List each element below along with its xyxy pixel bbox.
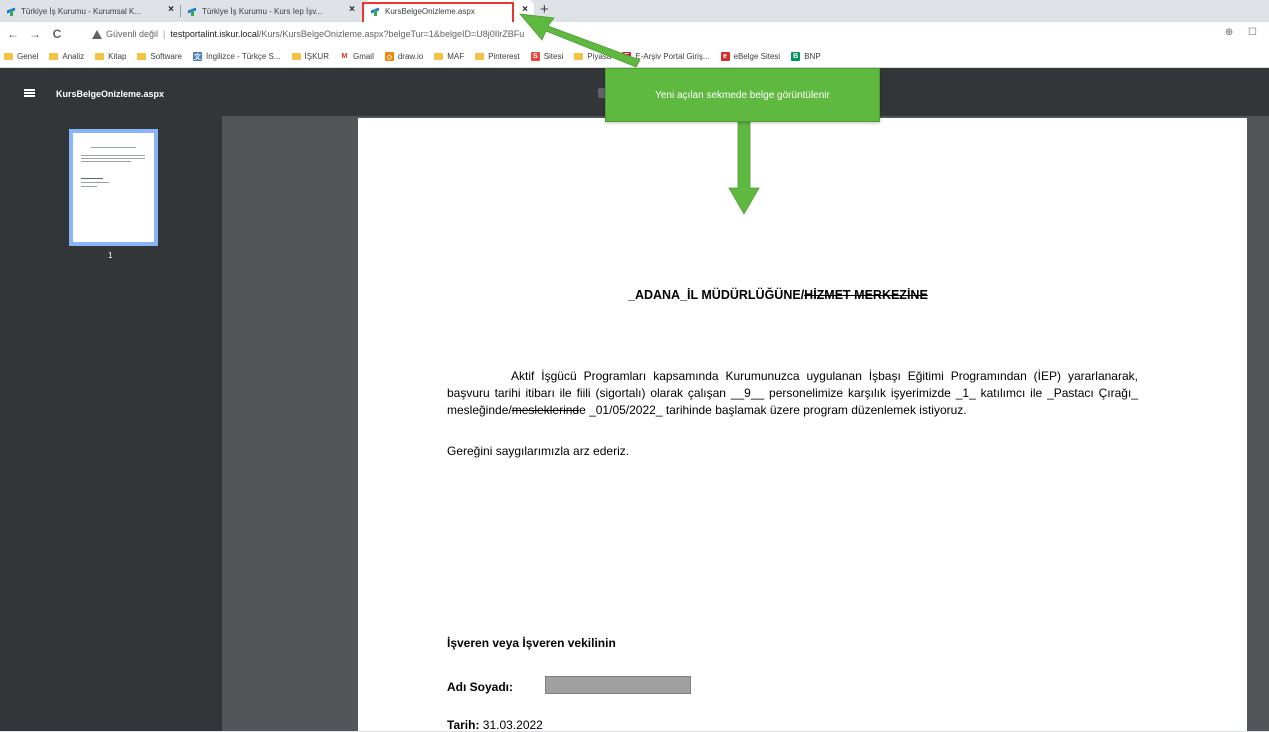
browser-toolbar: ← → C Güvenli değil | testportalint.isku… (0, 22, 1269, 46)
closing-text: Gereğini saygılarımızla arz ederiz. (447, 444, 630, 458)
reload-button[interactable]: C (48, 27, 66, 41)
gmail-icon: M (339, 52, 349, 61)
date-value: 31.03.2022 (482, 718, 543, 732)
earsiv-icon: E (622, 52, 632, 61)
bookmark-label: Gmail (352, 52, 374, 61)
folder-icon (4, 53, 13, 60)
callout-text: Yeni açılan sekmede belge görüntülenir (655, 89, 830, 101)
employer-label: İşveren veya İşveren vekilinin (447, 636, 616, 650)
bookmark-label: İŞKUR (304, 52, 329, 61)
folder-icon (95, 53, 105, 60)
bookmark-item[interactable]: B BNP (791, 52, 821, 61)
folder-icon (574, 53, 584, 60)
bookmark-item[interactable]: Software (137, 52, 182, 61)
heading-struck: HİZMET MERKEZİNE (804, 288, 928, 302)
bookmark-label: Analiz (62, 52, 85, 61)
bookmark-item[interactable]: ◇ draw.io (384, 52, 424, 61)
bookmark-item[interactable]: Genel (4, 52, 38, 61)
folder-icon (49, 53, 59, 60)
url-path: /Kurs/KursBelgeOnizleme.aspx?belgeTur=1&… (258, 29, 525, 39)
annotation-callout: Yeni açılan sekmede belge görüntülenir (605, 68, 880, 122)
site-icon: S (530, 52, 540, 61)
bookmark-item[interactable]: Kitap (95, 52, 126, 61)
tab-kurumsal[interactable]: Türkiye İş Kurumu - Kurumsal K... × (0, 0, 181, 22)
bookmark-label: İngilizce - Türkçe S... (205, 52, 281, 61)
thumb-line (81, 178, 103, 179)
folder-icon (434, 53, 444, 60)
bookmark-label: eBelge Sitesi (733, 52, 781, 61)
thumb-line (81, 158, 145, 159)
bookmark-label: Sitesi (543, 52, 564, 61)
thumb-line (81, 182, 109, 183)
omnibox-separator: | (163, 29, 166, 39)
paragraph-struck: mesleklerind (511, 403, 580, 417)
thumbnail-page-number: 1 (108, 251, 113, 260)
bookmark-item[interactable]: e eBelge Sitesi (720, 52, 781, 61)
thumbnail-sidebar: 1 (0, 116, 222, 731)
bookmark-item[interactable]: Analiz (49, 52, 84, 61)
close-icon[interactable]: × (522, 4, 528, 15)
bookmark-item[interactable]: Piyasa (574, 52, 611, 61)
thumb-line (81, 161, 131, 162)
bookmark-label: Piyasa (587, 52, 612, 61)
folder-icon (475, 53, 485, 60)
document-heading: _ADANA_İL MÜDÜRLÜĞÜNE/HİZMET MERKEZİNE (628, 288, 928, 302)
folder-icon (137, 53, 147, 60)
bookmark-item[interactable]: İŞKUR (291, 52, 329, 61)
bookmark-label: Genel (17, 52, 39, 61)
bookmark-label: E-Arşiv Portal Giriş... (635, 52, 710, 61)
bookmark-item[interactable]: S Sitesi (530, 52, 564, 61)
address-bar[interactable]: Güvenli değil | testportalint.iskur.loca… (92, 25, 1242, 43)
iskur-favicon-icon (6, 6, 16, 16)
tab-title: Türkiye İş Kurumu - Kurs Iep İşv... (202, 6, 323, 16)
bookmark-label: Software (150, 52, 182, 61)
bookmark-label: BNP (804, 52, 821, 61)
ebelge-icon: e (720, 52, 730, 61)
date-line: Tarih: 31.03.2022 (447, 718, 543, 732)
page-thumbnail[interactable] (69, 129, 158, 246)
date-label: Tarih: (447, 718, 480, 732)
bnp-icon: B (791, 52, 801, 61)
bookmark-label: MAF (447, 52, 465, 61)
bookmark-item[interactable]: 文 İngilizce - Türkçe S... (192, 52, 281, 61)
bookmark-item[interactable]: Pinterest (475, 52, 520, 61)
bookmarks-bar: Genel Analiz Kitap Software 文 İngilizce - Tür… (0, 46, 1269, 68)
bookmark-item[interactable]: M Gmail (339, 52, 374, 61)
thumb-line (81, 155, 145, 156)
forward-button[interactable]: → (26, 27, 44, 41)
thumb-line (91, 147, 136, 148)
document-title: KursBelgeOnizleme.aspx (56, 89, 165, 99)
iskur-favicon-icon (370, 6, 380, 16)
tab-title: KursBelgeOnizleme.aspx (385, 6, 475, 16)
paragraph-part-2: e _01/05/2022_ tarihinde başlamak üzere … (579, 403, 967, 417)
document-paragraph: Aktif İşgücü Programları kapsamında Kuru… (447, 368, 1138, 419)
tab-kurs-iep[interactable]: Türkiye İş Kurumu - Kurs Iep İşv... × (181, 0, 361, 22)
back-button[interactable]: ← (4, 27, 22, 41)
iskur-favicon-icon (187, 6, 197, 16)
url-host: testportalint.iskur.local (170, 29, 259, 39)
translate-icon: 文 (192, 52, 202, 61)
tab-strip: Türkiye İş Kurumu - Kurumsal K... × Türk… (0, 0, 1269, 25)
bookmark-label: Pinterest (488, 52, 520, 61)
heading-main: _ADANA_İL MÜDÜRLÜĞÜNE/ (628, 288, 805, 302)
drawio-icon: ◇ (384, 52, 394, 61)
folder-icon (291, 53, 301, 60)
bookmark-label: draw.io (397, 52, 424, 61)
bookmark-label: Kitap (108, 52, 127, 61)
new-tab-button[interactable]: + (540, 1, 549, 18)
tab-kursbelge-active[interactable]: KursBelgeOnizleme.aspx × (364, 0, 534, 22)
thumb-line (81, 186, 97, 187)
tab-title: Türkiye İş Kurumu - Kurumsal K... (21, 6, 142, 16)
security-label[interactable]: Güvenli değil (106, 29, 158, 39)
close-icon[interactable]: × (168, 4, 174, 15)
close-icon[interactable]: × (349, 4, 355, 15)
bookmark-item[interactable]: E E-Arşiv Portal Giriş... (622, 52, 710, 61)
zoom-share-icons[interactable]: ⊕ ☐ (1225, 27, 1263, 38)
bookmark-item[interactable]: MAF (434, 52, 464, 61)
warning-icon (92, 29, 102, 39)
menu-icon[interactable] (24, 89, 35, 97)
name-label: Adı Soyadı: (447, 680, 514, 694)
redacted-name-box (545, 676, 691, 694)
